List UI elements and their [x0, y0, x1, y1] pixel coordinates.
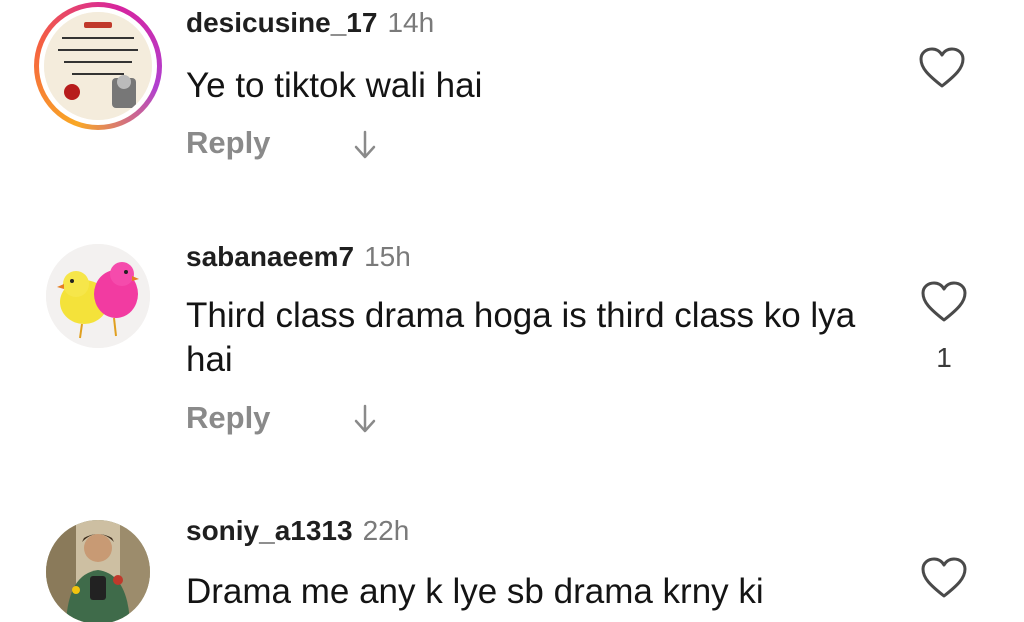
username[interactable]: desicusine_17 [186, 7, 377, 38]
username[interactable]: sabanaeem7 [186, 241, 354, 272]
like-count: 1 [936, 342, 952, 373]
avatar [44, 12, 152, 120]
avatar-story-ring[interactable] [34, 2, 162, 130]
arrow-down-icon[interactable] [352, 130, 378, 160]
heart-icon[interactable] [920, 280, 968, 324]
comment-text: Third class drama hoga is third class ko… [186, 296, 856, 379]
reply-button[interactable]: Reply [186, 125, 270, 161]
comment-meta: soniy_a1313 22h [186, 514, 409, 548]
heart-icon[interactable] [918, 46, 966, 90]
comment-text: Ye to tiktok wali hai [186, 66, 483, 105]
comment-item: sabanaeem7 15h Third class drama hoga is … [0, 240, 1024, 460]
comment-item: desicusine_17 14h Ye to tiktok wali hai R… [0, 0, 1024, 220]
username[interactable]: soniy_a1313 [186, 515, 353, 546]
person-avatar-icon [46, 520, 150, 622]
timestamp: 15h [364, 241, 411, 272]
comment-item: soniy_a1313 22h Drama me any k lye sb dra… [0, 512, 1024, 622]
timestamp: 14h [387, 7, 435, 38]
comment-meta: sabanaeem7 15h [186, 240, 411, 274]
comment-text: Drama me any k lye sb drama krny ki [186, 572, 764, 611]
comments-list: desicusine_17 14h Ye to tiktok wali hai R… [0, 0, 1024, 622]
avatar[interactable] [46, 520, 150, 622]
reply-button[interactable]: Reply [186, 400, 270, 436]
comment-meta: desicusine_17 14h [186, 6, 434, 40]
avatar[interactable] [46, 244, 150, 348]
chicks-avatar-icon [46, 244, 150, 348]
urdu-quote-avatar-icon [44, 12, 152, 120]
arrow-down-icon[interactable] [352, 404, 378, 434]
timestamp: 22h [362, 515, 410, 546]
heart-icon[interactable] [920, 556, 968, 600]
